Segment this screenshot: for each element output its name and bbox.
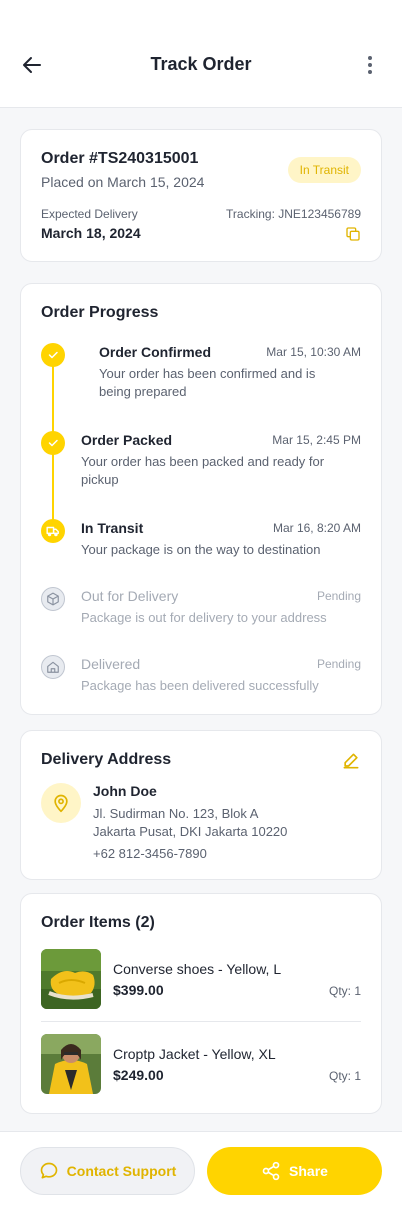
item-price: $249.00 (113, 1067, 164, 1083)
item-quantity: Qty: 1 (328, 1069, 361, 1083)
edit-pencil-icon[interactable] (341, 751, 361, 771)
divider (41, 1021, 361, 1022)
contact-support-label: Contact Support (66, 1163, 177, 1179)
step-description: Package has been delivered successfully (81, 678, 319, 693)
address-line-1: Jl. Sudirman No. 123, Blok A (93, 806, 259, 821)
step-description: being prepared (99, 384, 187, 399)
page-title: Track Order (150, 54, 252, 74)
section-title: Delivery Address (41, 751, 172, 768)
delivery-address-card: Delivery Address John Doe Jl. Sudirman N… (20, 730, 382, 880)
order-id: Order #TS240315001 (41, 150, 199, 167)
step-time: Mar 16, 8:20 AM (272, 521, 361, 535)
step-title: Delivered (81, 656, 141, 672)
step-description: Your package is on the way to destinatio… (81, 542, 321, 557)
step-truck-icon (41, 519, 65, 543)
placed-date: Placed on March 15, 2024 (41, 174, 205, 190)
order-items-card: Order Items (2) Converse shoes - Yellow,… (20, 893, 382, 1114)
share-button[interactable]: Share (207, 1147, 382, 1195)
product-image-jacket[interactable] (41, 1034, 101, 1094)
item-quantity: Qty: 1 (328, 984, 361, 998)
share-label: Share (289, 1163, 328, 1179)
address-line-2: Jakarta Pusat, DKI Jakarta 10220 (93, 824, 288, 839)
step-home-icon (41, 655, 65, 679)
order-summary-card: Order #TS240315001 Placed on March 15, 2… (20, 129, 382, 262)
item-name: Converse shoes - Yellow, L (113, 961, 282, 977)
chat-bubble-icon (40, 1162, 57, 1179)
status-badge: In Transit (287, 157, 361, 183)
step-description: Your order has been packed and ready for (81, 454, 325, 469)
share-icon (262, 1161, 280, 1181)
phone-number: +62 812-3456-7890 (93, 846, 207, 861)
app-header: Track Order (0, 0, 402, 108)
step-title: Order Packed (81, 432, 173, 448)
step-box-icon (41, 587, 65, 611)
section-title: Order Progress (41, 304, 159, 321)
expected-delivery-date: March 18, 2024 (41, 225, 141, 241)
bottom-action-bar: Contact Support Share (0, 1131, 402, 1228)
location-pin-icon (41, 783, 81, 823)
step-title: In Transit (81, 520, 144, 536)
item-price: $399.00 (113, 982, 164, 998)
step-check-icon (41, 343, 65, 367)
product-image-shoes[interactable] (41, 949, 101, 1009)
order-progress-card: Order Progress Order Confirmed Mar 15, 1… (20, 283, 382, 715)
step-description: Package is out for delivery to your addr… (81, 610, 327, 625)
item-name: Croptp Jacket - Yellow, XL (113, 1046, 276, 1062)
step-time: Pending (316, 657, 361, 671)
step-check-icon (41, 431, 65, 455)
copy-icon[interactable] (345, 226, 361, 242)
section-title: Order Items (2) (41, 914, 155, 931)
more-options-icon[interactable] (358, 53, 382, 77)
step-time: Mar 15, 10:30 AM (266, 345, 361, 359)
contact-support-button[interactable]: Contact Support (20, 1147, 195, 1195)
step-title: Order Confirmed (99, 344, 212, 360)
step-description: Your order has been confirmed and is (99, 366, 316, 381)
step-title: Out for Delivery (81, 588, 179, 604)
tracking-number: Tracking: JNE123456789 (226, 207, 361, 221)
step-time: Mar 15, 2:45 PM (272, 433, 361, 447)
recipient-name: John Doe (93, 783, 157, 799)
expected-delivery-label: Expected Delivery (41, 207, 138, 221)
step-description: pickup (81, 472, 119, 487)
step-time: Pending (316, 589, 361, 603)
